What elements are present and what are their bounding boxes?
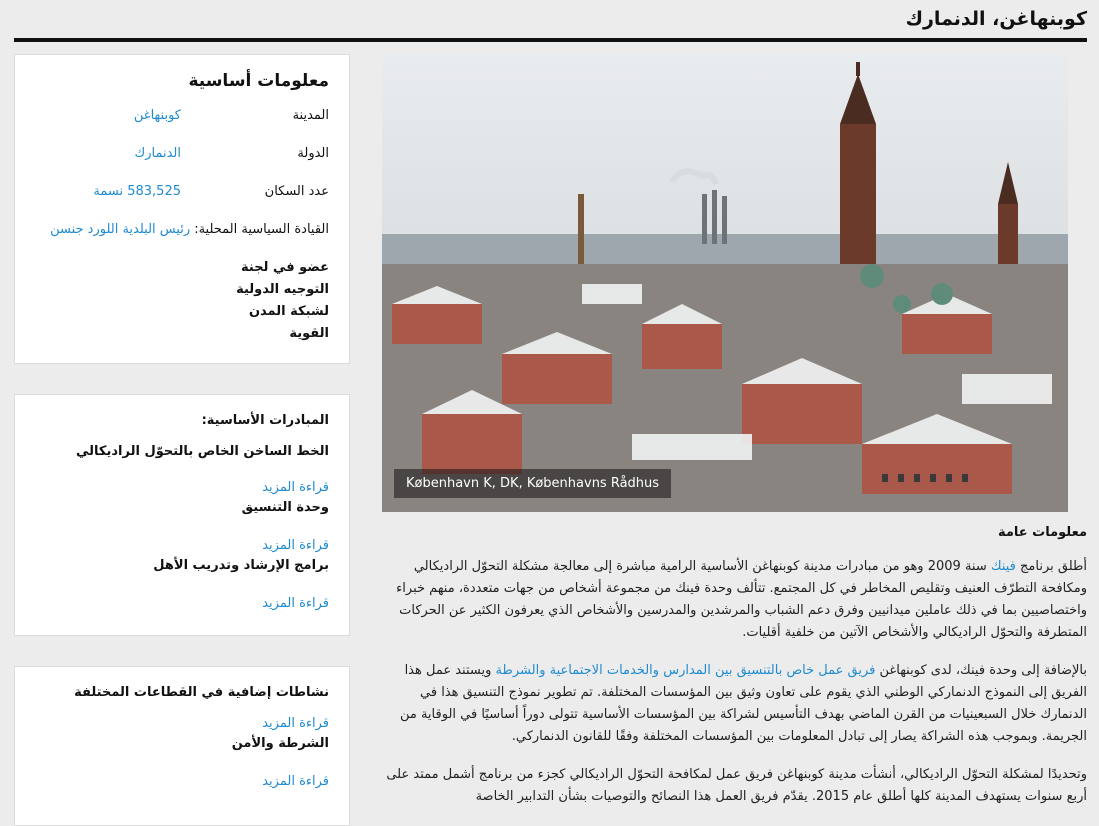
initiative-title: برامج الإرشاد وتدريب الأهل [153,558,329,573]
initiative-title: الخط الساخن الخاص بالتحوّل الراديكالي [76,444,329,459]
country-link[interactable]: الدنمارك [135,143,181,165]
page-title: كوبنهاغن، الدنمارك [905,8,1087,30]
text-span: سنة 2009 وهو من مبادرات مدينة كوبنهاغن ا… [396,559,1087,640]
city-link[interactable]: كوبنهاغن [134,105,181,127]
info-key: عدد السكان [264,184,329,199]
info-key: الدولة [297,146,329,161]
initiatives-card: المبادرات الأساسية: الخط الساخن الخاص با… [14,394,350,636]
initiatives-heading: المبادرات الأساسية: [201,413,329,428]
fenk-link[interactable]: فينك [991,559,1016,574]
info-key: المدينة [292,108,329,123]
info-key: القيادة السياسية المحلية: [194,222,329,237]
paragraph-3: وتحديدًا لمشكلة التحوّل الراديكالي، أنشأ… [381,764,1087,808]
extra-heading: نشاطات إضافية في القطاعات المختلفة [74,685,329,700]
extra-activities-card: نشاطات إضافية في القطاعات المختلفة قراءة… [14,666,350,826]
read-more-link[interactable]: قراءة المزيد [35,536,329,556]
info-row-city: المدينة كوبنهاغن [35,105,329,127]
photo-caption: København K, DK, Københavns Rådhus [394,469,672,498]
initiative-title: وحدة التنسيق [241,500,329,515]
read-more-link[interactable]: قراءة المزيد [35,772,329,792]
mayor-link[interactable]: رئيس البلدية اللورد جنسن [50,219,190,241]
copenhagen-skyline-image [382,54,1068,512]
paragraph-1: أطلق برنامج فينك سنة 2009 وهو من مبادرات… [381,556,1087,644]
paragraph-3-text: وتحديدًا لمشكلة التحوّل الراديكالي، أنشأ… [386,767,1087,804]
membership-text: عضو في لجنة التوجيه الدولية لشبكة المدن … [236,260,329,341]
read-more-link[interactable]: قراءة المزيد [35,594,329,614]
text-span: بالإضافة إلى وحدة فينك، لدى كوبنهاغن [875,663,1087,678]
info-row-leadership: القيادة السياسية المحلية: رئيس البلدية ا… [35,219,329,241]
basic-info-card: معلومات أساسية المدينة كوبنهاغن الدولة ا… [14,54,350,364]
population-value: 583,525 نسمة [93,184,181,199]
general-info-heading: معلومات عامة [997,525,1087,540]
city-photo: København K, DK, Københavns Rådhus [382,54,1068,512]
read-more-link[interactable]: قراءة المزيد [35,714,329,734]
title-divider [14,38,1087,42]
paragraph-2: بالإضافة إلى وحدة فينك، لدى كوبنهاغن فري… [381,660,1087,748]
info-row-country: الدولة الدنمارك [35,143,329,165]
text-span: أطلق برنامج [1015,559,1087,574]
basic-info-heading: معلومات أساسية [188,71,329,91]
coordination-team-link[interactable]: فريق عمل خاص بالتنسيق بين المدارس والخدم… [496,663,876,678]
read-more-link[interactable]: قراءة المزيد [35,478,329,498]
info-row-membership: عضو في لجنة التوجيه الدولية لشبكة المدن … [35,257,329,345]
info-row-population: عدد السكان 583,525 نسمة [35,181,329,203]
activity-title: الشرطة والأمن [231,736,329,751]
